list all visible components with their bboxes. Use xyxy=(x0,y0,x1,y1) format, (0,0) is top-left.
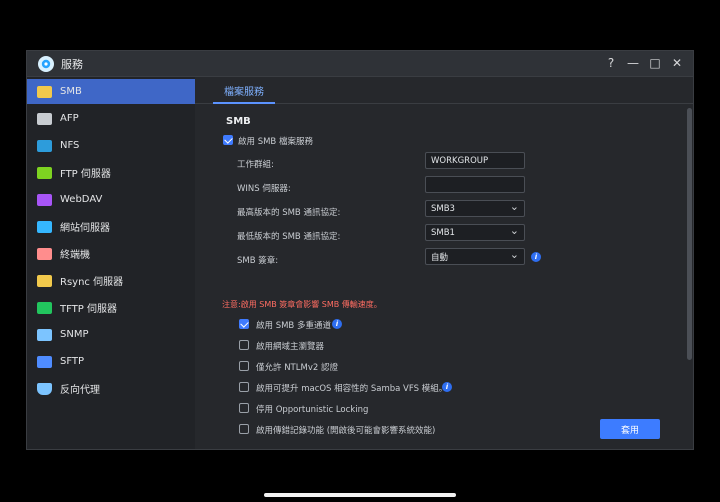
signing-notice: 注意:啟用 SMB 簽章會影響 SMB 傳輸速度。 xyxy=(222,300,382,309)
terminal-icon xyxy=(37,247,52,260)
shield-icon xyxy=(37,382,52,395)
max-smb-label: 最高版本的 SMB 通訊協定: xyxy=(237,208,341,218)
wins-server-label: WINS 伺服器: xyxy=(237,184,291,194)
min-smb-select[interactable]: SMB1 xyxy=(425,224,525,241)
domain-master-browser-label: 啟用網域主瀏覽器 xyxy=(256,342,325,352)
tab-bar: 檔案服務 xyxy=(195,77,693,104)
oplocks-checkbox[interactable] xyxy=(239,403,249,413)
max-smb-value: SMB3 xyxy=(431,203,455,214)
vertical-scrollbar[interactable] xyxy=(687,108,692,360)
samba-vfs-info-icon[interactable]: i xyxy=(442,382,452,392)
ntlmv2-only-checkbox[interactable] xyxy=(239,361,249,371)
ftp-icon xyxy=(37,166,52,179)
sidebar-item-rsync[interactable]: Rsync 伺服器 xyxy=(27,268,195,293)
services-sidebar: SMB AFP NFS FTP 伺服器 WebDAV 網站伺服器 終端機 Rsy… xyxy=(27,77,195,449)
help-icon[interactable]: ? xyxy=(603,55,619,71)
samba-vfs-label: 啟用可提升 macOS 相容性的 Samba VFS 模組。 xyxy=(256,384,448,394)
nfs-icon xyxy=(37,139,52,152)
sidebar-item-terminal[interactable]: 終端機 xyxy=(27,241,195,266)
main-panel: 檔案服務 SMB 啟用 SMB 檔案服務 工作群組: WORKGROUP WIN… xyxy=(195,77,693,449)
sidebar-item-ftp[interactable]: FTP 伺服器 xyxy=(27,160,195,185)
sidebar-item-label: 反向代理 xyxy=(60,385,100,396)
multichannel-info-icon[interactable]: i xyxy=(332,319,342,329)
sidebar-item-label: TFTP 伺服器 xyxy=(60,304,118,315)
rsync-icon xyxy=(37,274,52,287)
window-title: 服務 xyxy=(61,58,83,71)
enable-smb-checkbox[interactable] xyxy=(223,135,233,145)
tab-file-services[interactable]: 檔案服務 xyxy=(213,77,275,104)
home-indicator xyxy=(264,493,456,497)
apply-button[interactable]: 套用 xyxy=(600,419,660,439)
services-app-icon xyxy=(38,56,54,72)
services-window: 服務 ? — □ ✕ SMB AFP NFS FTP 伺服器 WebDAV 網站… xyxy=(26,50,694,450)
sidebar-item-label: SNMP xyxy=(60,329,89,340)
snmp-icon xyxy=(37,328,52,341)
sidebar-item-web-server[interactable]: 網站伺服器 xyxy=(27,214,195,239)
sftp-icon xyxy=(37,355,52,368)
smb-signing-value: 自動 xyxy=(431,252,449,263)
multichannel-checkbox[interactable] xyxy=(239,319,249,329)
workgroup-label: 工作群組: xyxy=(237,160,274,170)
sidebar-item-afp[interactable]: AFP xyxy=(27,106,195,131)
sidebar-item-label: Rsync 伺服器 xyxy=(60,277,124,288)
debug-log-label: 啟用傳錯記錄功能 (開啟後可能會影響系統效能) xyxy=(256,426,436,436)
workgroup-input[interactable]: WORKGROUP xyxy=(425,152,525,169)
sidebar-item-nfs[interactable]: NFS xyxy=(27,133,195,158)
sidebar-item-tftp[interactable]: TFTP 伺服器 xyxy=(27,295,195,320)
sidebar-item-label: 終端機 xyxy=(60,250,90,261)
sidebar-item-webdav[interactable]: WebDAV xyxy=(27,187,195,212)
web-server-icon xyxy=(37,220,52,233)
minimize-icon[interactable]: — xyxy=(625,55,641,71)
min-smb-label: 最低版本的 SMB 通訊協定: xyxy=(237,232,341,242)
enable-smb-label: 啟用 SMB 檔案服務 xyxy=(238,137,313,147)
folder-icon xyxy=(37,85,52,98)
afp-icon xyxy=(37,112,52,125)
sidebar-item-label: NFS xyxy=(60,140,80,151)
min-smb-value: SMB1 xyxy=(431,227,455,238)
multichannel-label: 啟用 SMB 多重通道 xyxy=(256,321,331,331)
sidebar-item-label: SMB xyxy=(60,86,82,97)
domain-master-browser-checkbox[interactable] xyxy=(239,340,249,350)
section-title: SMB xyxy=(226,116,251,127)
smb-signing-info-icon[interactable]: i xyxy=(531,252,541,262)
sidebar-item-label: AFP xyxy=(60,113,79,124)
sidebar-item-reverse-proxy[interactable]: 反向代理 xyxy=(27,376,195,401)
sidebar-item-sftp[interactable]: SFTP xyxy=(27,349,195,374)
maximize-icon[interactable]: □ xyxy=(647,55,663,71)
sidebar-item-label: FTP 伺服器 xyxy=(60,169,111,180)
sidebar-item-smb[interactable]: SMB xyxy=(27,79,195,104)
sidebar-item-label: 網站伺服器 xyxy=(60,223,110,234)
ntlmv2-only-label: 僅允許 NTLMv2 認證 xyxy=(256,363,338,373)
sidebar-item-label: WebDAV xyxy=(60,194,103,205)
wins-server-input[interactable] xyxy=(425,176,525,193)
tftp-icon xyxy=(37,301,52,314)
close-icon[interactable]: ✕ xyxy=(669,55,685,71)
oplocks-label: 停用 Opportunistic Locking xyxy=(256,405,369,415)
debug-log-checkbox[interactable] xyxy=(239,424,249,434)
sidebar-item-label: SFTP xyxy=(60,356,85,367)
smb-signing-select[interactable]: 自動 xyxy=(425,248,525,265)
smb-signing-label: SMB 簽章: xyxy=(237,256,279,266)
window-titlebar: 服務 ? — □ ✕ xyxy=(27,51,693,77)
webdav-icon xyxy=(37,193,52,206)
sidebar-item-snmp[interactable]: SNMP xyxy=(27,322,195,347)
samba-vfs-checkbox[interactable] xyxy=(239,382,249,392)
max-smb-select[interactable]: SMB3 xyxy=(425,200,525,217)
window-controls: ? — □ ✕ xyxy=(603,55,685,71)
